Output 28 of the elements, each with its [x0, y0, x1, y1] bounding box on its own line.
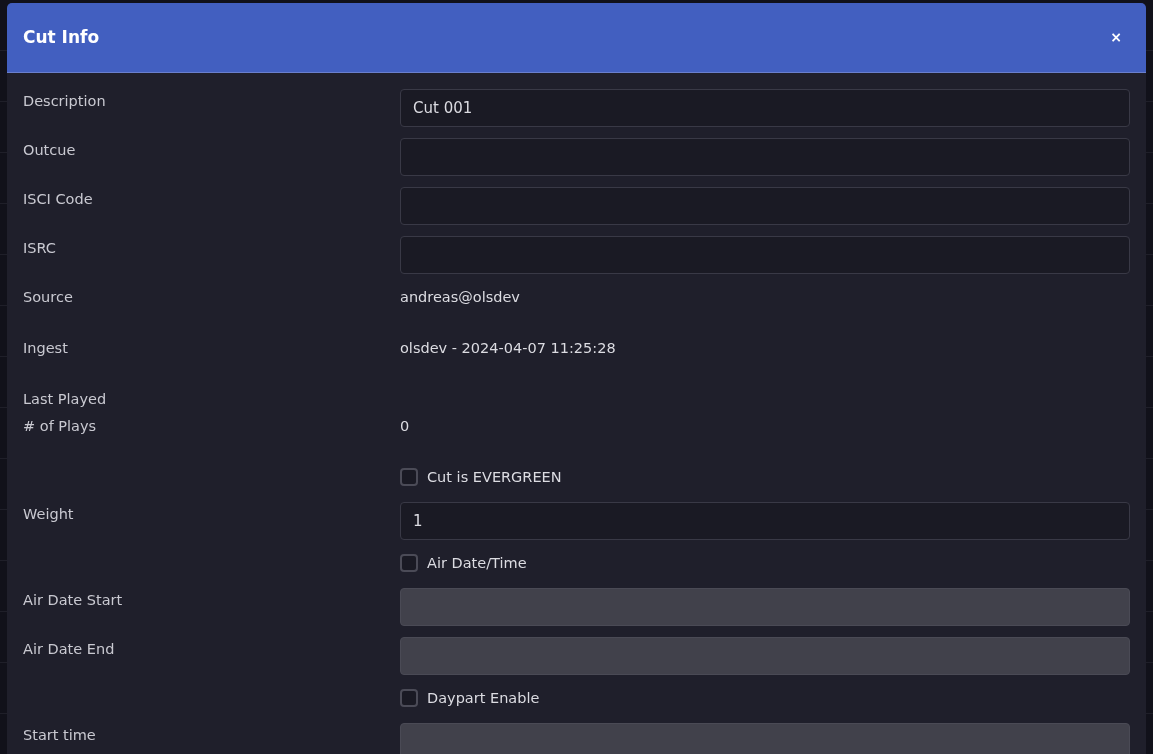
input-field[interactable]: [400, 187, 1130, 225]
field-label: Outcue: [23, 141, 77, 160]
checkbox[interactable]: [400, 554, 418, 572]
checkbox[interactable]: [400, 468, 418, 486]
field-label: ISRC: [23, 239, 57, 258]
checkbox-label: Cut is EVERGREEN: [427, 468, 562, 487]
input-field[interactable]: 1: [400, 502, 1130, 540]
field-label: Air Date End: [23, 640, 116, 659]
field-label: Description: [23, 92, 107, 111]
checkbox-label: Air Date/Time: [427, 554, 527, 573]
field-label: Weight: [23, 505, 75, 524]
input-field[interactable]: [400, 236, 1130, 274]
field-label: ISCI Code: [23, 190, 94, 209]
checkbox[interactable]: [400, 689, 418, 707]
close-button[interactable]: ×: [1104, 25, 1128, 50]
input-field[interactable]: Cut 001: [400, 89, 1130, 127]
field-label: # of Plays: [23, 417, 98, 436]
field-value: 0: [400, 417, 410, 436]
field-label: Ingest: [23, 339, 69, 358]
checkbox-label: Daypart Enable: [427, 689, 540, 708]
input-field[interactable]: [400, 138, 1130, 176]
field-label: Last Played: [23, 390, 107, 409]
field-label: Start time: [23, 726, 97, 745]
field-value: andreas@olsdev: [400, 288, 520, 307]
field-label: Source: [23, 288, 74, 307]
field-label: Air Date Start: [23, 591, 124, 610]
field-value: olsdev - 2024-04-07 11:25:28: [400, 339, 616, 358]
dialog-title: Cut Info: [23, 25, 100, 49]
